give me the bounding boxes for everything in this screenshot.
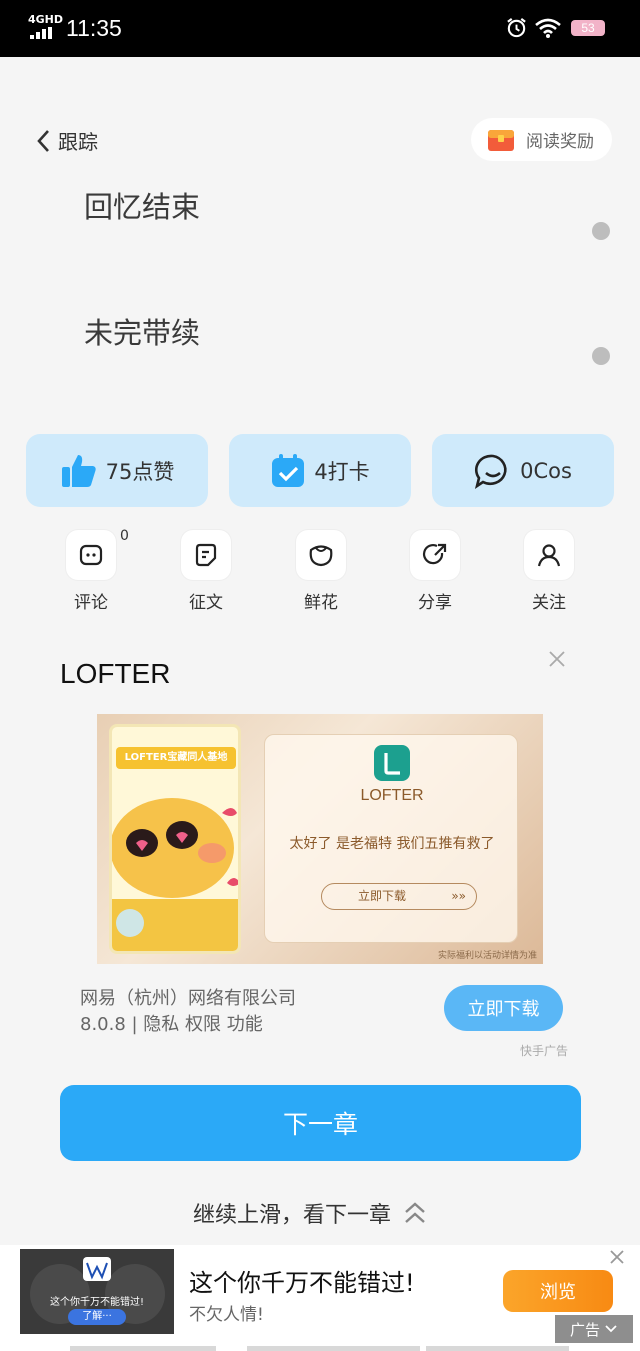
comment-button[interactable]: 评论 [65,530,117,613]
chevron-down-icon [605,1325,617,1333]
check-in-button[interactable]: 4打卡 [229,434,411,507]
status-bar: 4GHD 11:35 53 [0,0,640,57]
story-paragraph: 回忆结束 [84,190,201,224]
ad-banner-image[interactable]: LOFTER宝藏同人基地 LOFTER 太好了 是老福特 我们五推有救了 立即下… [97,714,543,964]
divider [70,1346,216,1351]
calendar-check-icon [272,453,305,487]
paragraph-comment-dot[interactable] [592,222,610,240]
back-button[interactable]: 跟踪 [34,126,98,155]
bottom-ad-subtitle: 不欠人情! [189,1305,264,1325]
user-follow-icon [524,530,574,580]
swipe-hint-text: 继续上滑，看下一章 [193,1203,392,1228]
flower-icon [296,530,346,580]
ad-tag[interactable]: 广告 [555,1315,633,1343]
clock-time: 11:35 [66,15,122,41]
ad-download-button[interactable]: 立即下载 [444,985,563,1031]
thumbs-up-icon [61,454,96,487]
banner-disclaimer: 实际福利以活动详情为准 [437,951,537,961]
browse-button[interactable]: 浏览 [503,1270,613,1312]
divider [247,1346,420,1351]
swipe-hint: 继续上滑，看下一章 [193,1197,427,1229]
thumbnail-learn-more: 了解··· [68,1309,126,1325]
comment-icon [66,530,116,580]
ad-poster: LOFTER宝藏同人基地 [109,724,241,954]
back-label: 跟踪 [58,130,98,154]
follow-label: 关注 [532,593,566,613]
bottom-ad-title: 这个你千万不能错过! [189,1269,415,1297]
gift-box-icon [488,129,514,151]
card-slogan: 太好了 是老福特 我们五推有救了 [289,836,495,852]
lofter-logo [374,745,410,781]
bottom-ad-banner[interactable]: 这个你千万不能错过! 了解··· 这个你千万不能错过! 不欠人情! 浏览 广告 [0,1245,640,1351]
divider [426,1346,569,1351]
double-chevron-right-icon: »» [451,889,466,903]
ad-company: 网易（杭州）网络有限公司 [80,988,296,1009]
alarm-icon [507,18,526,38]
comment-label: 评论 [74,593,108,613]
chevron-left-icon [37,129,49,152]
cos-button[interactable]: 0Cos [432,434,614,507]
next-chapter-button[interactable]: 下一章 [60,1085,581,1161]
ad-source-label: 快手广告 [520,1044,569,1058]
flower-label: 鲜花 [304,593,338,613]
essay-button[interactable]: 征文 [180,530,232,613]
check-in-count: 4打卡 [314,459,370,484]
card-download-button[interactable]: 立即下载 »» [321,883,477,910]
thumbnail-caption: 这个你千万不能错过! [49,1297,144,1308]
ad-card: LOFTER 太好了 是老福特 我们五推有救了 立即下载 »» [264,734,518,943]
essay-icon [181,530,231,580]
story-paragraph: 未完带续 [84,316,201,350]
network-type: 4GHD [28,13,64,26]
flower-button[interactable]: 鲜花 [295,530,347,613]
cos-count: 0Cos [520,458,572,483]
ad-title: LOFTER [60,658,171,689]
cartoon-face-illustration [112,798,238,951]
wifi-icon [535,18,561,38]
reading-reward-button[interactable]: 阅读奖励 [471,118,612,161]
ad-tag-label: 广告 [569,1320,600,1339]
comment-count: 0 [120,528,129,544]
bottom-ad-thumbnail: 这个你千万不能错过! 了解··· [20,1249,174,1334]
close-icon[interactable] [548,650,566,668]
reading-reward-label: 阅读奖励 [526,132,594,152]
share-label: 分享 [418,593,452,613]
card-download-label: 立即下载 [358,889,407,903]
double-chevron-up-icon [405,1202,425,1223]
share-icon [410,530,460,580]
card-brand: LOFTER [360,787,424,804]
share-button[interactable]: 分享 [409,530,461,613]
chat-bubble-icon [475,454,507,489]
follow-button[interactable]: 关注 [523,530,575,613]
battery-icon: 53 [571,20,605,36]
like-button[interactable]: 75点赞 [26,434,208,507]
essay-label: 征文 [189,593,223,613]
like-count: 75点赞 [105,459,175,484]
ad-app-meta[interactable]: 8.0.8 | 隐私 权限 功能 [80,1010,263,1036]
close-icon[interactable] [609,1249,625,1265]
paragraph-comment-dot[interactable] [592,347,610,365]
poster-heading: LOFTER宝藏同人基地 [116,747,236,769]
signal-icon [30,27,52,39]
